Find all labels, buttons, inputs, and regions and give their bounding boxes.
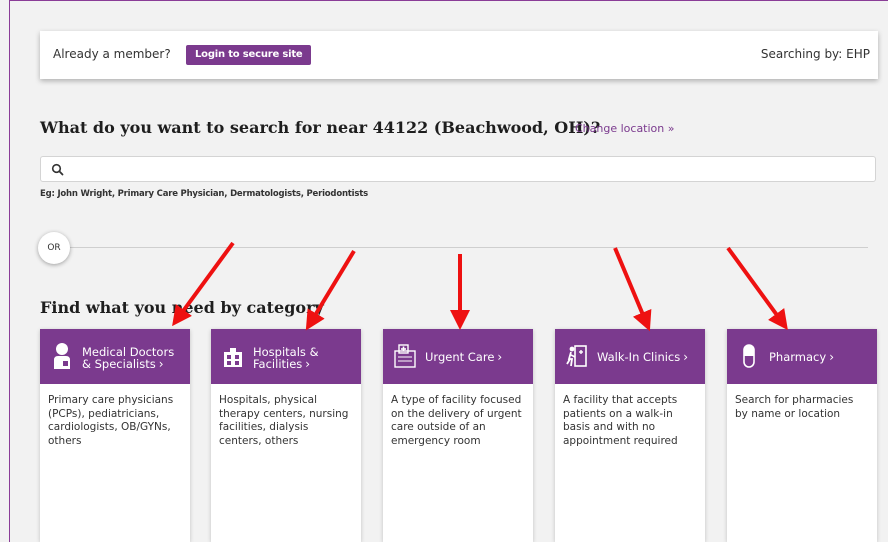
search-icon <box>51 163 64 176</box>
search-input[interactable] <box>71 160 865 180</box>
pill-icon <box>743 344 755 368</box>
card-title: Walk-In Clinics › <box>597 350 689 364</box>
card-description: Hospitals, physical therapy centers, nur… <box>219 394 349 447</box>
card-header: Pharmacy › <box>727 329 877 384</box>
card-title: Urgent Care › <box>425 350 503 364</box>
urgent-care-icon <box>394 344 416 368</box>
card-header: Medical Doctors & Specialists › <box>40 329 190 384</box>
card-title: Hospitals & Facilities › <box>253 345 319 371</box>
hospital-icon <box>224 348 242 367</box>
category-card-hospitals[interactable]: Hospitals & Facilities › Hospitals, physi… <box>211 329 361 542</box>
change-location-link[interactable]: Change location » <box>575 122 674 135</box>
card-description: Primary care physicians (PCPs), pediatri… <box>48 394 174 447</box>
card-title: Pharmacy › <box>769 350 834 364</box>
category-card-urgent-care[interactable]: Urgent Care › A type of facility focused … <box>383 329 533 542</box>
category-card-walk-in-clinics[interactable]: Walk-In Clinics › A facility that accepts… <box>555 329 705 542</box>
category-card-pharmacy[interactable]: Pharmacy › Search for pharmacies by name … <box>727 329 877 542</box>
card-header: Hospitals & Facilities › <box>211 329 361 384</box>
searching-by-label: Searching by: EHP <box>760 47 870 61</box>
card-description: Search for pharmacies by name or locatio… <box>735 394 854 420</box>
member-bar: Already a member? Login to secure site S… <box>40 31 878 79</box>
or-divider-badge: OR <box>38 232 70 264</box>
category-card-medical-doctors[interactable]: Medical Doctors & Specialists › Primary c… <box>40 329 190 542</box>
member-prompt: Already a member? <box>53 47 171 61</box>
search-example-hint: Eg: John Wright, Primary Care Physician,… <box>40 189 368 199</box>
card-title: Medical Doctors & Specialists › <box>82 345 175 371</box>
search-question: What do you want to search for near 4412… <box>40 118 601 137</box>
category-section-title: Find what you need by category <box>40 298 324 317</box>
login-button[interactable]: Login to secure site <box>186 45 312 65</box>
card-header: Urgent Care › <box>383 329 533 384</box>
card-description: A type of facility focused on the delive… <box>391 394 522 447</box>
walk-in-clinic-icon <box>566 345 587 367</box>
search-box[interactable] <box>40 156 876 182</box>
card-description: A facility that accepts patients on a wa… <box>563 394 678 447</box>
or-divider-line <box>60 247 868 248</box>
card-header: Walk-In Clinics › <box>555 329 705 384</box>
doctor-icon <box>54 343 70 369</box>
